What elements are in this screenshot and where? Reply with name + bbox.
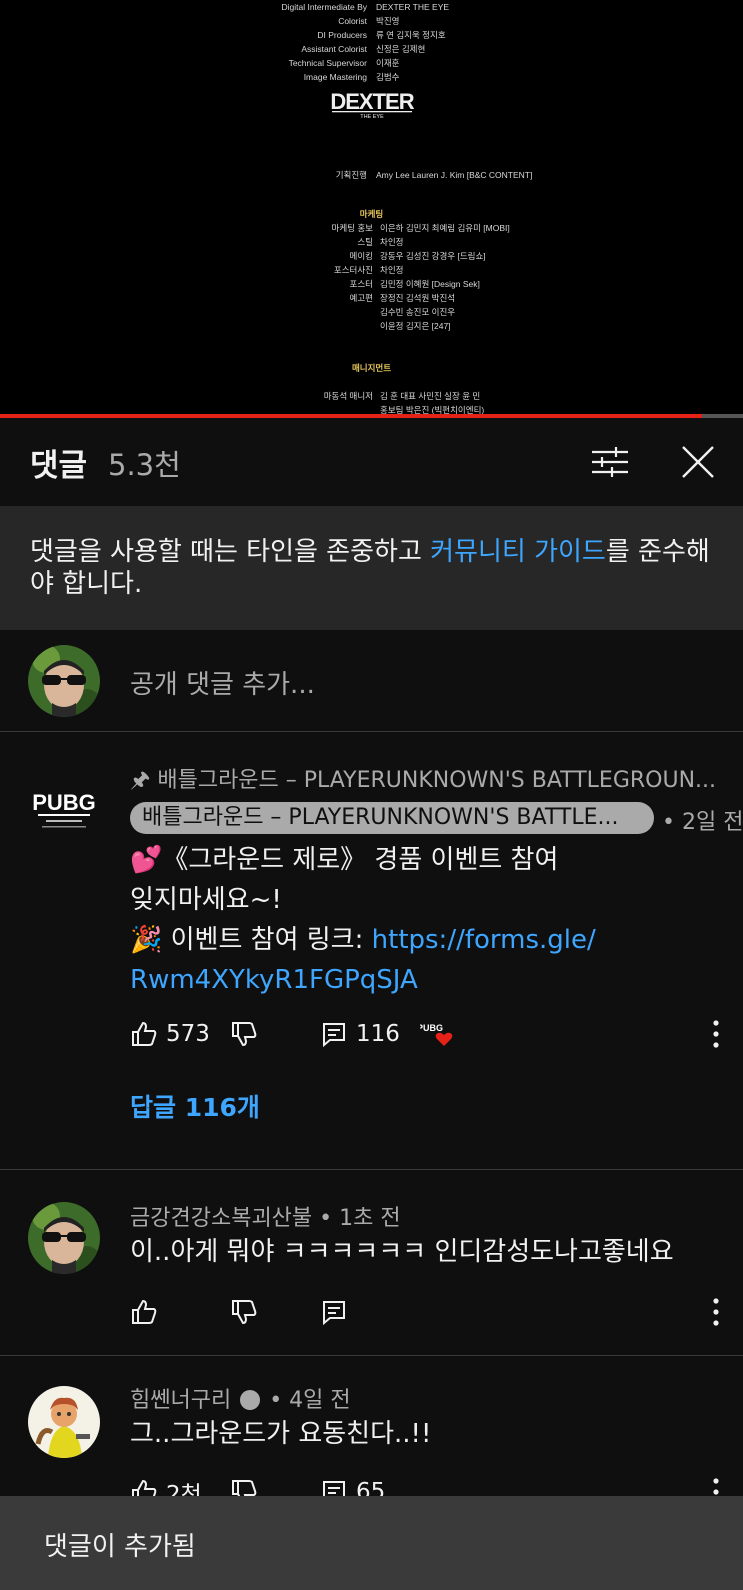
credit-line: 마동석 매니저 김 훈 대표 사민진 실장 윤 민	[323, 391, 481, 401]
reply-count: 116	[356, 1021, 400, 1047]
commenter-avatar[interactable]	[28, 1202, 100, 1274]
svg-text:PUBG: PUBG	[32, 790, 96, 815]
credit-line: 스틸 차인정	[357, 237, 404, 247]
dexter-logo: DEXTER THE EYE	[330, 89, 415, 120]
community-notice: 댓글을 사용할 때는 타인을 존중하고 커뮤니티 가이드를 준수해야 합니다.	[0, 506, 743, 630]
pinned-label: 🖈 배틀그라운드 – PLAYERUNKNOWN'S BATTLEGROUN..…	[130, 768, 717, 793]
section-heading: 매니지먼트	[351, 363, 392, 373]
comment-text: 이..아게 뭐야 ㅋㅋㅋㅋㅋㅋ 인디감성도나고좋네요	[130, 1237, 674, 1267]
snackbar-text: 댓글이 추가됨	[44, 1532, 196, 1562]
comments-count: 5.3천	[108, 448, 181, 482]
comment-pinned: PUBG 🖈 배틀그라운드 – PLAYERUNKNOWN'S BATTLEGR…	[0, 732, 743, 1170]
close-icon[interactable]	[678, 442, 718, 482]
comment-time: • 4일 전	[269, 1388, 351, 1413]
creator-heart-icon: PUBG	[420, 1023, 453, 1046]
comment-actions	[130, 1294, 730, 1330]
event-link[interactable]: https://forms.gle/	[372, 925, 596, 955]
credit-line: DI Producers 류 연 김지욱 정지호	[317, 30, 446, 40]
credit-line: 기획진행 Amy Lee Lauren J. Kim [B&C CONTENT]	[335, 170, 533, 180]
comment-actions: 573 116 PUBG	[130, 1016, 730, 1052]
video-player[interactable]: Digital Intermediate By DEXTER THE EYE Co…	[0, 0, 743, 416]
verified-icon	[240, 1390, 261, 1410]
comment-meta: 금강견강소복괴산불 • 1초 전	[130, 1200, 401, 1232]
comment-meta: 힘쎈너구리 • 4일 전	[130, 1382, 351, 1414]
credit-line: 이윤정 김지은 [247]	[380, 321, 451, 331]
comment: 금강견강소복괴산불 • 1초 전 이..아게 뭐야 ㅋㅋㅋㅋㅋㅋ 인디감성도나고…	[0, 1170, 743, 1356]
comment-time: • 1초 전	[319, 1206, 401, 1231]
snackbar: 댓글이 추가됨	[0, 1496, 743, 1590]
more-options-icon[interactable]	[702, 1018, 730, 1050]
pubg-avatar[interactable]: PUBG	[28, 780, 100, 840]
reply-button[interactable]	[320, 1294, 348, 1330]
comment-author[interactable]: 힘쎈너구리	[130, 1388, 231, 1413]
thumbs-up-icon	[132, 1299, 157, 1324]
credit-line: 포스터 김민정 이혜원 [Design Sek]	[349, 279, 480, 289]
svg-text:PUBG: PUBG	[420, 1023, 443, 1033]
reply-icon	[323, 1023, 345, 1048]
svg-text:THE EYE: THE EYE	[360, 114, 384, 120]
credit-line: Digital Intermediate By DEXTER THE EYE	[281, 2, 450, 12]
comments-header: 댓글 5.3천	[0, 418, 743, 506]
add-comment-row[interactable]: 공개 댓글 추가...	[0, 630, 743, 732]
credit-line: 예고편 장정진 김석원 박진석	[349, 293, 456, 303]
end-credits: Digital Intermediate By DEXTER THE EYE Co…	[0, 0, 743, 416]
comment-author[interactable]: 금강견강소복괴산불	[130, 1206, 312, 1231]
dislike-button[interactable]	[230, 1294, 258, 1330]
thumbs-down-icon	[232, 1022, 257, 1047]
like-button[interactable]	[130, 1294, 158, 1330]
comment-text: 💕《그라운드 제로》 경품 이벤트 참여 잊지마세요~! 🎉 이벤트 참여 링크…	[130, 840, 596, 1000]
comments-title: 댓글	[30, 448, 88, 484]
svg-text:DEXTER: DEXTER	[330, 89, 414, 114]
creator-heart: PUBG	[420, 1016, 454, 1052]
view-replies-link[interactable]: 답글 116개	[130, 1088, 260, 1124]
more-options-icon[interactable]	[702, 1296, 730, 1328]
notice-text: 댓글을 사용할 때는 타인을 존중하고	[30, 537, 431, 567]
reply-button[interactable]: 116	[320, 1016, 400, 1052]
user-avatar	[28, 645, 100, 717]
credit-line: Assistant Colorist 신정은 김제현	[301, 44, 426, 54]
dislike-button[interactable]	[230, 1016, 258, 1052]
credit-line: 마케팅 홍보 이은하 김민지 최예림 김유미 [MOBI]	[331, 223, 510, 233]
credit-line: 포스터사진 차인정	[333, 265, 404, 275]
add-comment-input[interactable]: 공개 댓글 추가...	[130, 664, 315, 701]
credit-line: 김수빈 송진모 이진우	[380, 307, 456, 317]
pin-icon: 🖈	[130, 768, 158, 793]
credit-line: Technical Supervisor 이재훈	[288, 58, 400, 68]
like-button[interactable]: 573	[130, 1016, 210, 1052]
thumbs-down-icon	[232, 1300, 257, 1325]
commenter-avatar[interactable]	[28, 1386, 100, 1458]
community-guidelines-link[interactable]: 커뮤니티 가이드	[430, 537, 606, 567]
author-chip[interactable]: 배틀그라운드 – PLAYERUNKNOWN'S BATTLE...	[130, 802, 654, 834]
comment-text: 그..그라운드가 요동친다..!!	[130, 1419, 432, 1449]
credit-line: 메이킹 강동우 김성진 강경우 [드림쇼]	[349, 251, 486, 261]
credit-line: Colorist 박진영	[338, 16, 400, 26]
like-count: 573	[166, 1021, 210, 1047]
filter-icon[interactable]	[590, 442, 630, 482]
event-link-cont[interactable]: Rwm4XYkyR1FGPqSJA	[130, 960, 596, 1000]
section-heading: 마케팅	[359, 209, 384, 219]
credit-line: Image Mastering 김범수	[303, 72, 400, 82]
comment-time: • 2일 전	[662, 810, 743, 835]
reply-icon	[323, 1301, 345, 1326]
thumbs-up-icon	[132, 1021, 157, 1046]
